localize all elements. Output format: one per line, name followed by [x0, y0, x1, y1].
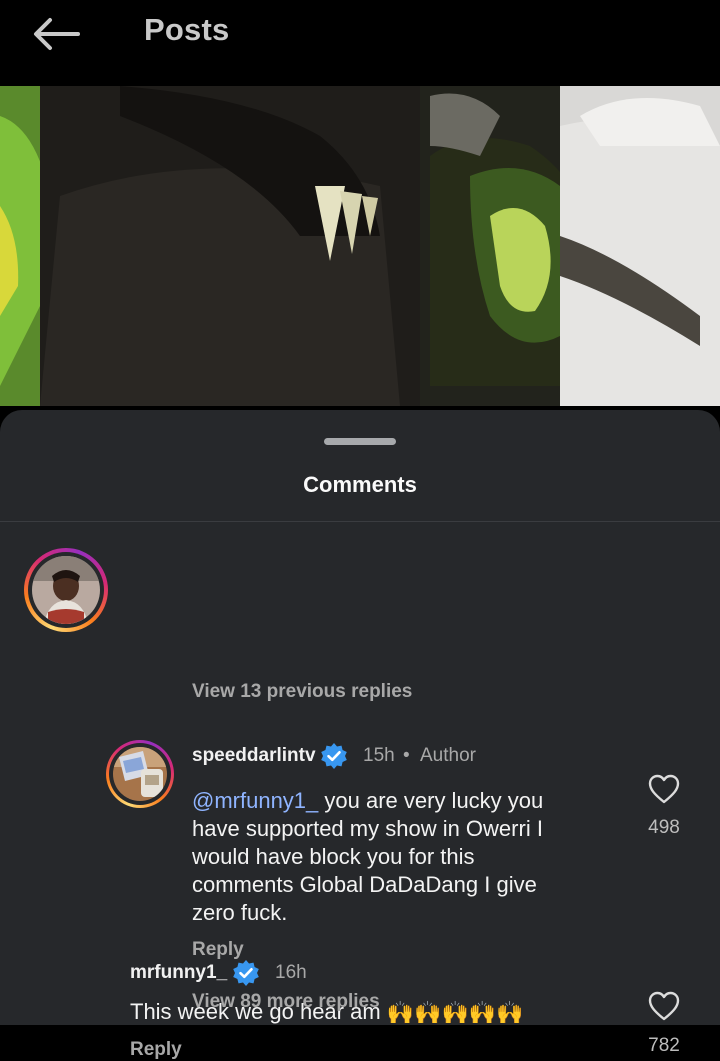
comment-line: @mrfunny1_ you are very lucky you	[192, 787, 543, 815]
drag-handle[interactable]	[324, 438, 396, 445]
reply-button[interactable]: Reply	[130, 1039, 182, 1061]
separator-dot: •	[403, 745, 410, 766]
view-more-replies-link[interactable]: View 89 more replies	[192, 991, 380, 1013]
sheet-title: Comments	[303, 472, 417, 497]
heart-icon[interactable]	[648, 774, 680, 804]
comment-username[interactable]: speeddarlintv	[192, 745, 316, 767]
top-bar: Posts	[0, 0, 720, 86]
comment-timestamp: 15h	[363, 745, 395, 766]
avatar-image	[32, 556, 100, 624]
comment-username[interactable]: mrfunny1_	[130, 962, 227, 984]
comment-line: have supported my show in Owerri I	[192, 816, 543, 841]
comment-line: comments Global DaDaDang I give	[192, 872, 537, 897]
verified-badge-icon	[320, 742, 348, 770]
comment-line: would have block you for this	[192, 844, 475, 869]
avatar[interactable]	[24, 548, 108, 632]
post-media[interactable]	[0, 86, 720, 406]
avatar[interactable]	[106, 740, 174, 808]
comment-line: zero fuck.	[192, 900, 288, 925]
verified-badge-icon	[232, 959, 260, 987]
arrow-left-icon[interactable]	[28, 14, 84, 54]
mention-link[interactable]: @mrfunny1_	[192, 788, 318, 813]
comment-line-text: you are very lucky you	[318, 788, 544, 813]
reply-button[interactable]: Reply	[192, 939, 244, 961]
comment-text: @mrfunny1_ you are very lucky you have s…	[192, 787, 543, 927]
author-label: Author	[420, 745, 476, 766]
heart-icon[interactable]	[648, 991, 680, 1021]
view-previous-replies-link[interactable]: View 13 previous replies	[192, 681, 412, 703]
raised-hands-emoji: 🙌🙌🙌🙌🙌	[386, 1000, 524, 1026]
like-count: 782	[648, 1035, 680, 1056]
comments-sheet: Comments mrfunny1_ 16h This week we go h…	[0, 410, 720, 1060]
divider	[0, 521, 720, 522]
page-title: Posts	[144, 12, 230, 47]
avatar-image	[113, 747, 167, 801]
comment-timestamp: 16h	[275, 962, 307, 983]
like-count: 498	[648, 817, 680, 838]
